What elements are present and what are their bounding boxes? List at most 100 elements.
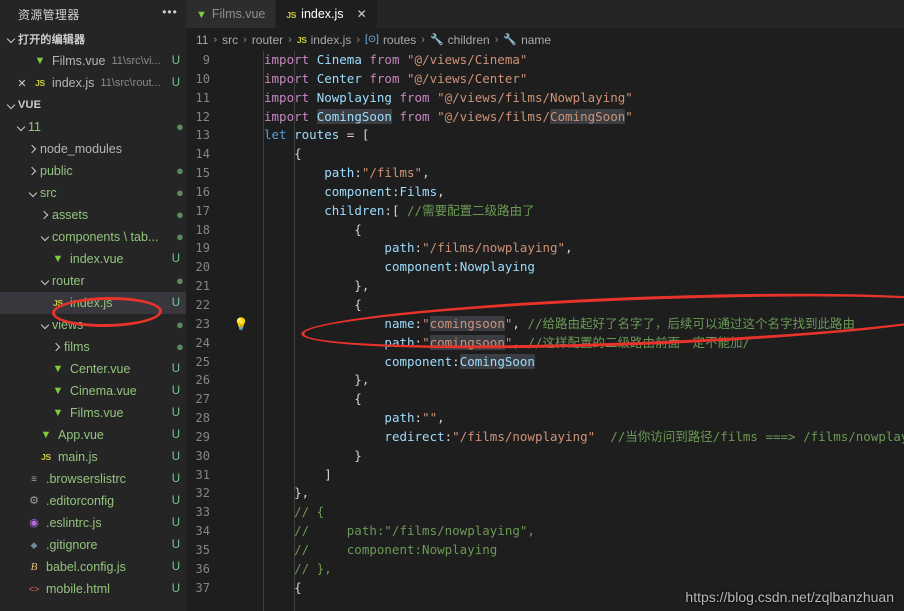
tree-folder-item[interactable]: assets ● bbox=[0, 204, 186, 226]
code-token: : bbox=[452, 259, 460, 275]
breadcrumb-label: router bbox=[251, 32, 284, 47]
breadcrumb-item[interactable]: [⊙] routes bbox=[365, 33, 416, 47]
chevron-down-icon bbox=[4, 98, 18, 112]
code-line[interactable]: 27 { bbox=[186, 390, 904, 409]
code-line[interactable]: 25 component:ComingSoon bbox=[186, 353, 904, 372]
tree-file-item[interactable]: <> mobile.html U bbox=[0, 578, 186, 600]
tree-folder-item[interactable]: films ● bbox=[0, 336, 186, 358]
tree-folder-item[interactable]: components \ tab... ● bbox=[0, 226, 186, 248]
code-line-text: path:"comingsoon", //这样配置的二级路由前面一定不能加/ bbox=[264, 334, 904, 353]
code-line[interactable]: 32 }, bbox=[186, 484, 904, 503]
breadcrumb-item[interactable]: 11 bbox=[196, 33, 208, 47]
tree-file-item[interactable]: ▼ App.vue U bbox=[0, 424, 186, 446]
tree-item-label: mobile.html bbox=[46, 582, 110, 596]
code-line[interactable]: 35 // component:Nowplaying bbox=[186, 541, 904, 560]
code-token: //这样配置的二级路由前面一定不能加/ bbox=[527, 334, 751, 350]
list-icon: ≡ bbox=[31, 473, 37, 485]
lightbulb-icon[interactable]: 💡 bbox=[230, 315, 252, 334]
code-line[interactable]: 31 ] bbox=[186, 466, 904, 485]
code-line[interactable]: 18 { bbox=[186, 221, 904, 240]
code-token: Films bbox=[399, 183, 438, 199]
code-line-text: { bbox=[264, 145, 904, 164]
open-editors-section-header[interactable]: 打开的编辑器 bbox=[0, 28, 186, 50]
tree-folder-item[interactable]: 11 ● bbox=[0, 116, 186, 138]
code-line-text: } bbox=[264, 447, 904, 466]
code-line[interactable]: 9 import Cinema from "@/views/Cinema" bbox=[186, 51, 904, 70]
code-token: path bbox=[384, 240, 415, 256]
breadcrumb-item[interactable]: 🔧 children bbox=[430, 33, 490, 47]
code-line[interactable]: 14 { bbox=[186, 145, 904, 164]
line-number: 18 bbox=[195, 222, 210, 237]
tree-item-label: index.vue bbox=[70, 252, 124, 266]
glyph-margin bbox=[230, 390, 252, 409]
code-line[interactable]: 33 // { bbox=[186, 503, 904, 522]
code-line-text: // component:Nowplaying bbox=[264, 541, 904, 560]
tree-file-item[interactable]: ◉ .eslintrc.js U bbox=[0, 512, 186, 534]
breadcrumb-item[interactable]: router bbox=[252, 33, 283, 47]
code-token: { bbox=[264, 221, 362, 237]
ellipsis-icon[interactable]: ••• bbox=[160, 6, 180, 23]
code-line[interactable]: 15 path:"/films", bbox=[186, 164, 904, 183]
tree-folder-item[interactable]: node_modules bbox=[0, 138, 186, 160]
code-line[interactable]: 13 let routes = [ bbox=[186, 126, 904, 145]
tree-file-item[interactable]: ≡ .browserslistrc U bbox=[0, 468, 186, 490]
code-line[interactable]: 11 import Nowplaying from "@/views/films/… bbox=[186, 89, 904, 108]
status-badge: U bbox=[171, 583, 180, 595]
tree-file-item[interactable]: ⚙ .editorconfig U bbox=[0, 490, 186, 512]
tree-file-item[interactable]: ◆ .gitignore U bbox=[0, 534, 186, 556]
code-line[interactable]: 26 }, bbox=[186, 371, 904, 390]
code-line[interactable]: 34 // path:"/films/nowplaying", bbox=[186, 522, 904, 541]
line-number: 30 bbox=[195, 448, 210, 463]
open-editor-item[interactable]: ▼ Films.vue 11\src\vi... U bbox=[0, 50, 186, 72]
open-editor-item[interactable]: ✕ JS index.js 11\src\rout... U bbox=[0, 72, 186, 94]
code-line[interactable]: 23 💡 name:"comingsoon", //给路由起好了名字了，后续可以通… bbox=[186, 315, 904, 334]
chevron-down-icon bbox=[4, 32, 18, 46]
code-line[interactable]: 21 }, bbox=[186, 277, 904, 296]
tree-file-item[interactable]: Bbabel.config.js U bbox=[0, 556, 186, 578]
tree-file-item[interactable]: ▼ index.vue U bbox=[0, 248, 186, 270]
code-line[interactable]: 16 component:Films, bbox=[186, 183, 904, 202]
code-line[interactable]: 24 path:"comingsoon", //这样配置的二级路由前面一定不能加… bbox=[186, 334, 904, 353]
tree-file-item[interactable]: JS index.js U bbox=[0, 292, 186, 314]
breadcrumb-label: index.js bbox=[310, 32, 352, 47]
html-icon: <> bbox=[28, 583, 40, 594]
code-token: " bbox=[625, 108, 633, 124]
code-token: // path:"/films/nowplaying", bbox=[264, 523, 535, 539]
code-token: //当你访问到路径/films ===> /films/nowplaying bbox=[610, 428, 904, 444]
code-line[interactable]: 29 redirect:"/films/nowplaying" //当你访问到路… bbox=[186, 428, 904, 447]
tree-folder-item[interactable]: views ● bbox=[0, 314, 186, 336]
tree-folder-item[interactable]: public ● bbox=[0, 160, 186, 182]
tree-file-item[interactable]: ▼ Films.vue U bbox=[0, 402, 186, 424]
close-icon[interactable]: ✕ bbox=[357, 7, 367, 21]
close-icon[interactable]: ✕ bbox=[14, 77, 30, 90]
tree-folder-item[interactable]: src ● bbox=[0, 182, 186, 204]
editor-tab[interactable]: JS index.js ✕ bbox=[276, 0, 378, 28]
code-token: , bbox=[437, 410, 445, 426]
vue-file-icon: ▼ bbox=[196, 9, 207, 21]
code-token: component bbox=[384, 259, 453, 275]
code-line[interactable]: 19 path:"/films/nowplaying", bbox=[186, 239, 904, 258]
code-line[interactable]: 36 // }, bbox=[186, 560, 904, 579]
tree-item-label: .editorconfig bbox=[46, 494, 115, 508]
tree-file-item[interactable]: ▼ Center.vue U bbox=[0, 358, 186, 380]
code-line[interactable]: 20 component:Nowplaying bbox=[186, 258, 904, 277]
code-line-text: let routes = [ bbox=[264, 126, 904, 145]
code-line[interactable]: 28 path:"", bbox=[186, 409, 904, 428]
code-line[interactable]: 10 import Center from "@/views/Center" bbox=[186, 70, 904, 89]
breadcrumb-item[interactable]: JS index.js bbox=[297, 33, 351, 47]
code-line[interactable]: 12 import ComingSoon from "@/views/films/… bbox=[186, 108, 904, 127]
editor-tab[interactable]: ▼ Films.vue bbox=[186, 0, 277, 28]
code-editor[interactable]: 9 import Cinema from "@/views/Cinema" 10 im… bbox=[186, 51, 904, 611]
code-line[interactable]: 17 children:[ //需要配置二级路由了 bbox=[186, 202, 904, 221]
tree-folder-item[interactable]: router ● bbox=[0, 270, 186, 292]
tree-file-item[interactable]: ▼ Cinema.vue U bbox=[0, 380, 186, 402]
breadcrumb-item[interactable]: src bbox=[222, 33, 238, 47]
workspace-section-header[interactable]: VUE bbox=[0, 94, 186, 116]
breadcrumb-item[interactable]: 🔧 name bbox=[503, 33, 551, 47]
code-line[interactable]: 30 } bbox=[186, 447, 904, 466]
code-token: component bbox=[384, 353, 453, 369]
code-line[interactable]: 22 { bbox=[186, 296, 904, 315]
tree-file-item[interactable]: JS main.js U bbox=[0, 446, 186, 468]
line-number: 36 bbox=[195, 561, 210, 576]
